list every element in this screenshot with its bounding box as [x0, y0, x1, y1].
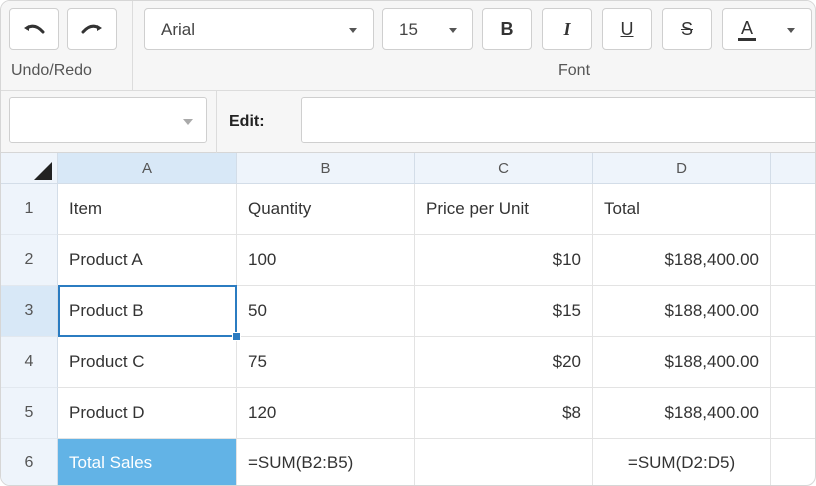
- undo-button[interactable]: [9, 8, 59, 50]
- select-all-icon: [34, 162, 52, 180]
- font-size-value: 15: [399, 20, 418, 39]
- cell-c1[interactable]: Price per Unit: [415, 184, 593, 235]
- ribbon-toolbar: Undo/Redo Arial 15 B I U S A Font: [1, 1, 815, 91]
- cell-c3[interactable]: $15: [415, 286, 593, 337]
- select-all-corner[interactable]: [1, 153, 58, 184]
- chevron-down-icon: [349, 28, 357, 33]
- cell-a4[interactable]: Product C: [58, 337, 237, 388]
- row-header-6[interactable]: 6: [1, 439, 58, 485]
- undo-redo-group-label: Undo/Redo: [11, 62, 92, 79]
- bold-icon: B: [500, 18, 514, 39]
- column-header-c[interactable]: C: [415, 153, 593, 184]
- fill-handle[interactable]: [232, 332, 241, 341]
- font-group-label: Font: [558, 62, 591, 79]
- cell-e5[interactable]: [771, 388, 815, 439]
- italic-icon: I: [563, 18, 571, 39]
- cell-a2[interactable]: Product A: [58, 235, 237, 286]
- edit-label: Edit:: [229, 113, 265, 130]
- formula-bar: Edit:: [1, 91, 815, 153]
- cell-c2[interactable]: $10: [415, 235, 593, 286]
- strikethrough-icon: S: [680, 18, 693, 39]
- column-header-d[interactable]: D: [593, 153, 771, 184]
- bold-button[interactable]: B: [482, 8, 532, 50]
- cell-d5[interactable]: $188,400.00: [593, 388, 771, 439]
- cell-b3[interactable]: 50: [237, 286, 415, 337]
- cell-e3[interactable]: [771, 286, 815, 337]
- row-header-2[interactable]: 2: [1, 235, 58, 286]
- font-family-value: Arial: [161, 20, 196, 39]
- formula-bar-divider: [216, 91, 217, 153]
- cell-b2[interactable]: 100: [237, 235, 415, 286]
- cell-c6[interactable]: [415, 439, 593, 485]
- cell-b1[interactable]: Quantity: [237, 184, 415, 235]
- spreadsheet-app: Undo/Redo Arial 15 B I U S A Font Edit: …: [0, 0, 816, 486]
- column-header-a[interactable]: A: [58, 153, 237, 184]
- ribbon-divider: [132, 1, 133, 91]
- spreadsheet-grid: A B C D 1 Item Quantity Price per Unit T…: [1, 153, 815, 485]
- chevron-down-icon: [449, 28, 457, 33]
- cell-a6[interactable]: Total Sales: [58, 439, 237, 485]
- cell-b4[interactable]: 75: [237, 337, 415, 388]
- font-color-button[interactable]: A: [722, 8, 812, 50]
- chevron-down-icon: [183, 119, 193, 125]
- redo-icon: [81, 24, 102, 34]
- cell-a1[interactable]: Item: [58, 184, 237, 235]
- font-family-dropdown[interactable]: Arial: [144, 8, 374, 50]
- cell-e6[interactable]: [771, 439, 815, 485]
- cell-d3[interactable]: $188,400.00: [593, 286, 771, 337]
- row-header-1[interactable]: 1: [1, 184, 58, 235]
- cell-d1[interactable]: Total: [593, 184, 771, 235]
- underline-button[interactable]: U: [602, 8, 652, 50]
- cell-e4[interactable]: [771, 337, 815, 388]
- row-header-3[interactable]: 3: [1, 286, 58, 337]
- name-box[interactable]: [9, 97, 207, 143]
- cell-c5[interactable]: $8: [415, 388, 593, 439]
- font-color-icon: A: [738, 18, 757, 41]
- cell-d4[interactable]: $188,400.00: [593, 337, 771, 388]
- column-header-e[interactable]: [771, 153, 815, 184]
- cell-b5[interactable]: 120: [237, 388, 415, 439]
- cell-a3[interactable]: Product B: [58, 286, 237, 337]
- cell-d2[interactable]: $188,400.00: [593, 235, 771, 286]
- row-header-5[interactable]: 5: [1, 388, 58, 439]
- redo-button[interactable]: [67, 8, 117, 50]
- row-header-4[interactable]: 4: [1, 337, 58, 388]
- cell-b6[interactable]: =SUM(B2:B5): [237, 439, 415, 485]
- cell-c4[interactable]: $20: [415, 337, 593, 388]
- strikethrough-button[interactable]: S: [662, 8, 712, 50]
- column-header-b[interactable]: B: [237, 153, 415, 184]
- undo-icon: [24, 24, 45, 34]
- chevron-down-icon: [787, 28, 795, 33]
- cell-e1[interactable]: [771, 184, 815, 235]
- underline-icon: U: [620, 18, 634, 39]
- cell-d6[interactable]: =SUM(D2:D5): [593, 439, 771, 485]
- cell-a5[interactable]: Product D: [58, 388, 237, 439]
- font-size-dropdown[interactable]: 15: [382, 8, 473, 50]
- cell-e2[interactable]: [771, 235, 815, 286]
- formula-input[interactable]: [301, 97, 815, 143]
- italic-button[interactable]: I: [542, 8, 592, 50]
